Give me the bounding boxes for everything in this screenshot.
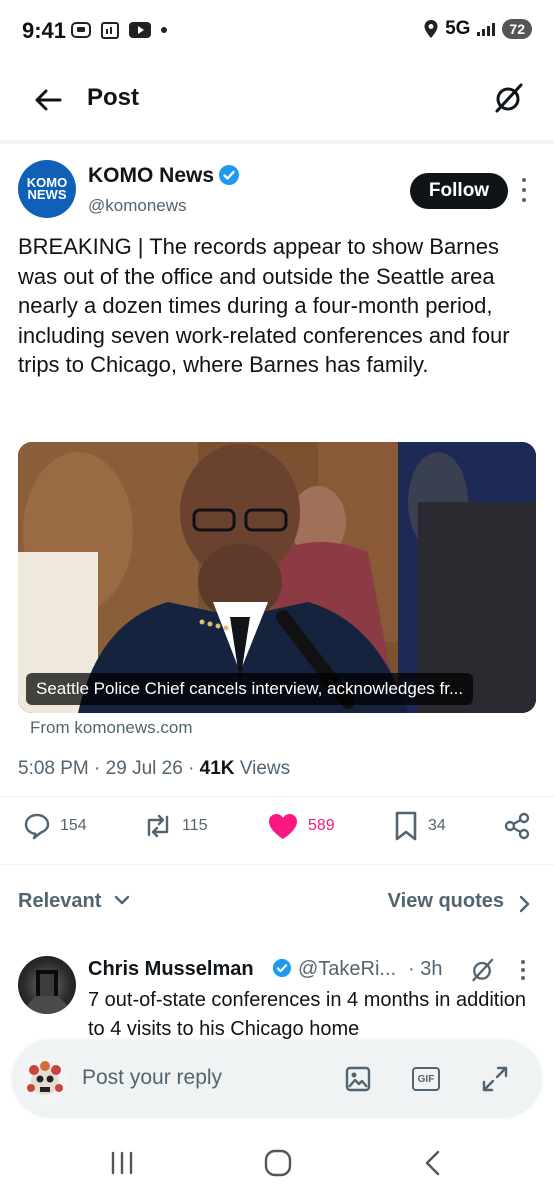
reply-author-handle[interactable]: @TakeRi...	[298, 958, 396, 981]
like-count: 589	[308, 817, 335, 834]
reply-time-value: 3h	[420, 958, 443, 980]
meta-separator: ·	[188, 758, 200, 779]
reply-input[interactable]	[82, 1066, 302, 1090]
reply-time: · 3h	[408, 958, 442, 981]
post-date: 29 Jul 26	[105, 758, 183, 779]
author-name[interactable]: KOMO News	[88, 164, 214, 188]
post-text: BREAKING | The records appear to show Ba…	[18, 234, 510, 377]
location-icon	[424, 20, 438, 38]
back-nav-icon[interactable]	[422, 1149, 444, 1177]
replies-sort-row: Relevant View quotes	[0, 882, 554, 922]
link-source[interactable]: From komonews.com	[30, 718, 192, 738]
meta-separator: ·	[94, 758, 106, 779]
status-time: 9:41	[22, 18, 67, 43]
system-navigation-bar	[0, 1132, 554, 1200]
dot-icon	[161, 27, 167, 33]
skull-avatar-image	[27, 1061, 63, 1095]
repost-count: 115	[182, 817, 208, 834]
reply-text: 7 out-of-state conferences in 4 months i…	[88, 989, 527, 1040]
views-count: 41K	[199, 758, 235, 779]
calendar-icon	[101, 22, 119, 39]
gif-label: GIF	[417, 1073, 435, 1085]
views-label: Views	[239, 758, 291, 779]
gif-button[interactable]: GIF	[412, 1067, 440, 1091]
reply-author-name[interactable]: Chris Musselman	[88, 958, 254, 981]
status-bar: 9:41 5G 72	[0, 0, 554, 60]
current-user-avatar[interactable]	[22, 1058, 68, 1104]
header-divider	[0, 140, 554, 144]
youtube-icon	[129, 22, 151, 38]
meta-divider	[0, 796, 554, 797]
like-button[interactable]: 589	[266, 810, 335, 842]
chevron-down-icon	[114, 895, 130, 905]
home-icon[interactable]	[263, 1148, 293, 1178]
link-card-image[interactable]: Seattle Police Chief cancels interview, …	[18, 442, 536, 713]
chevron-right-icon[interactable]	[516, 894, 532, 914]
battery-indicator: 72	[502, 19, 532, 39]
reply-count: 154	[60, 817, 87, 834]
reply-more-options-icon[interactable]	[520, 960, 526, 980]
expand-icon[interactable]	[480, 1064, 510, 1094]
post-author: KOMO NEWS KOMO News @komonews Follow	[18, 160, 538, 224]
author-handle[interactable]: @komonews	[88, 196, 187, 216]
avatar-text-bottom: NEWS	[27, 187, 67, 202]
post-actions: 154 115 589 34	[0, 800, 554, 852]
link-card-caption: Seattle Police Chief cancels interview, …	[26, 673, 474, 705]
recent-apps-icon[interactable]	[108, 1150, 136, 1176]
reply-icon	[24, 813, 50, 840]
network-type: 5G	[445, 18, 471, 39]
sort-dropdown[interactable]: Relevant	[18, 890, 131, 913]
more-options-icon[interactable]	[520, 178, 528, 202]
status-system-icons: 5G 72	[423, 18, 532, 40]
author-avatar[interactable]: KOMO NEWS	[18, 160, 76, 218]
post-meta: 5:08 PM · 29 Jul 26 · 41K Views	[18, 758, 290, 780]
time-separator: ·	[408, 958, 421, 980]
follow-button[interactable]: Follow	[410, 173, 508, 209]
page-title: Post	[87, 84, 140, 111]
verified-badge-icon	[219, 165, 239, 185]
reply-avatar[interactable]	[18, 956, 76, 1014]
signal-icon	[477, 23, 496, 36]
view-quotes-link[interactable]: View quotes	[388, 890, 504, 913]
actions-divider	[0, 864, 554, 865]
reply-composer: GIF	[12, 1040, 542, 1118]
grok-icon[interactable]	[490, 80, 526, 116]
share-button[interactable]	[502, 810, 532, 842]
repost-icon	[147, 814, 169, 838]
reply-item[interactable]: Chris Musselman @TakeRi... · 3h 7 out-of…	[0, 950, 554, 1050]
share-icon	[504, 812, 530, 840]
bookmark-icon	[395, 811, 417, 841]
sort-label: Relevant	[18, 890, 102, 912]
bookmark-count: 34	[428, 817, 446, 834]
repost-button[interactable]: 115	[142, 810, 208, 842]
screenshot-icon	[71, 22, 91, 38]
image-icon[interactable]	[344, 1065, 372, 1093]
reply-avatar-image	[18, 970, 76, 1014]
reply-button[interactable]: 154	[22, 810, 87, 842]
grok-icon[interactable]	[468, 956, 496, 984]
back-arrow-icon[interactable]	[32, 84, 64, 116]
post-time: 5:08 PM	[18, 758, 89, 779]
post-header: Post	[0, 62, 554, 138]
status-notification-icons	[70, 20, 168, 40]
bookmark-button[interactable]: 34	[392, 810, 446, 842]
verified-badge-icon	[272, 958, 292, 978]
heart-filled-icon	[269, 814, 297, 839]
